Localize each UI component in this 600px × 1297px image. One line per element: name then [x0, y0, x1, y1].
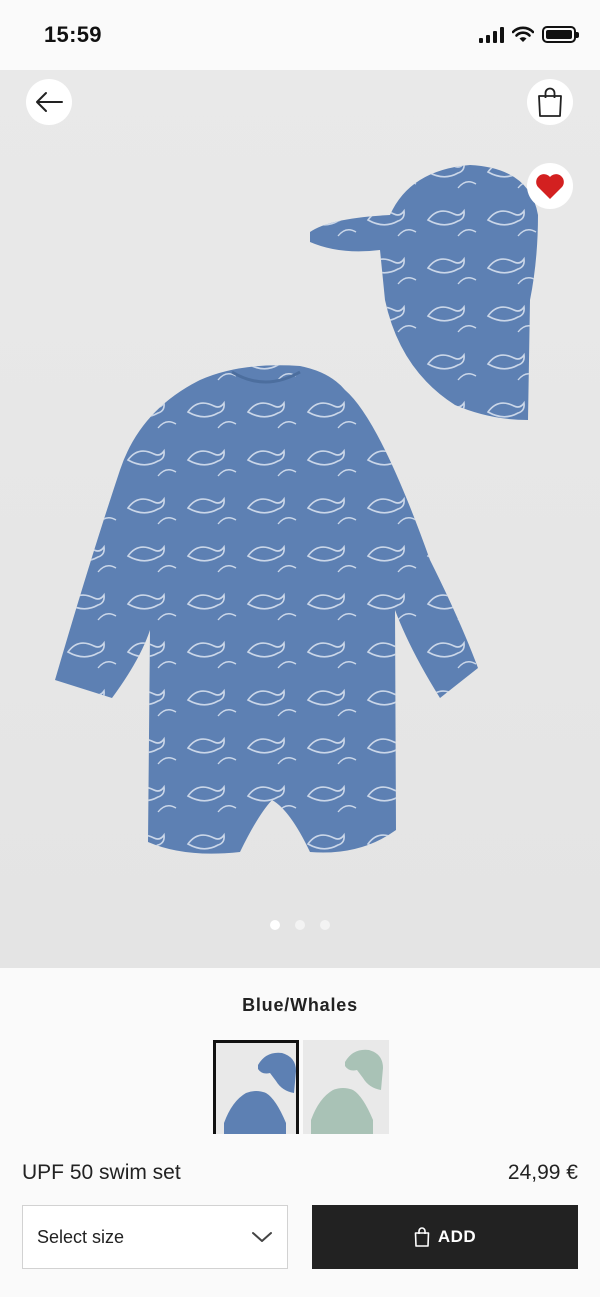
gallery-dot[interactable] [295, 920, 305, 930]
shopping-bag-button[interactable] [527, 79, 573, 125]
status-icons [479, 26, 579, 43]
add-to-bag-button[interactable]: ADD [312, 1205, 578, 1269]
size-select[interactable]: Select size [22, 1205, 288, 1269]
size-select-label: Select size [37, 1226, 125, 1247]
product-name: UPF 50 swim set [22, 1161, 181, 1184]
battery-icon [542, 26, 579, 43]
purchase-panel: UPF 50 swim set 24,99 € Select size ADD [0, 1134, 600, 1297]
color-swatch-green[interactable] [303, 1040, 389, 1134]
arrow-left-icon [36, 92, 63, 112]
shopping-bag-icon [538, 87, 562, 117]
gallery-pagination [0, 920, 600, 930]
gallery-dot[interactable] [270, 920, 280, 930]
product-image [55, 165, 538, 854]
status-bar: 15:59 [0, 0, 600, 70]
gallery-dot[interactable] [320, 920, 330, 930]
shopping-bag-icon [414, 1227, 430, 1247]
swatch-thumbnail [216, 1043, 296, 1134]
back-button[interactable] [26, 79, 72, 125]
product-image-gallery[interactable] [0, 70, 600, 968]
heart-icon [536, 174, 564, 199]
selected-color-name: Blue/Whales [242, 995, 358, 1015]
cellular-signal-icon [479, 26, 504, 43]
product-price: 24,99 € [507, 1161, 578, 1184]
chevron-down-icon [252, 1232, 272, 1242]
status-time: 15:59 [44, 22, 102, 47]
color-swatch-blue-whales[interactable] [213, 1040, 299, 1134]
color-swatches [213, 1040, 389, 1134]
favorite-button[interactable] [527, 163, 573, 209]
swatch-thumbnail [303, 1040, 389, 1134]
wifi-icon [512, 26, 534, 42]
add-button-label: ADD [437, 1227, 477, 1246]
